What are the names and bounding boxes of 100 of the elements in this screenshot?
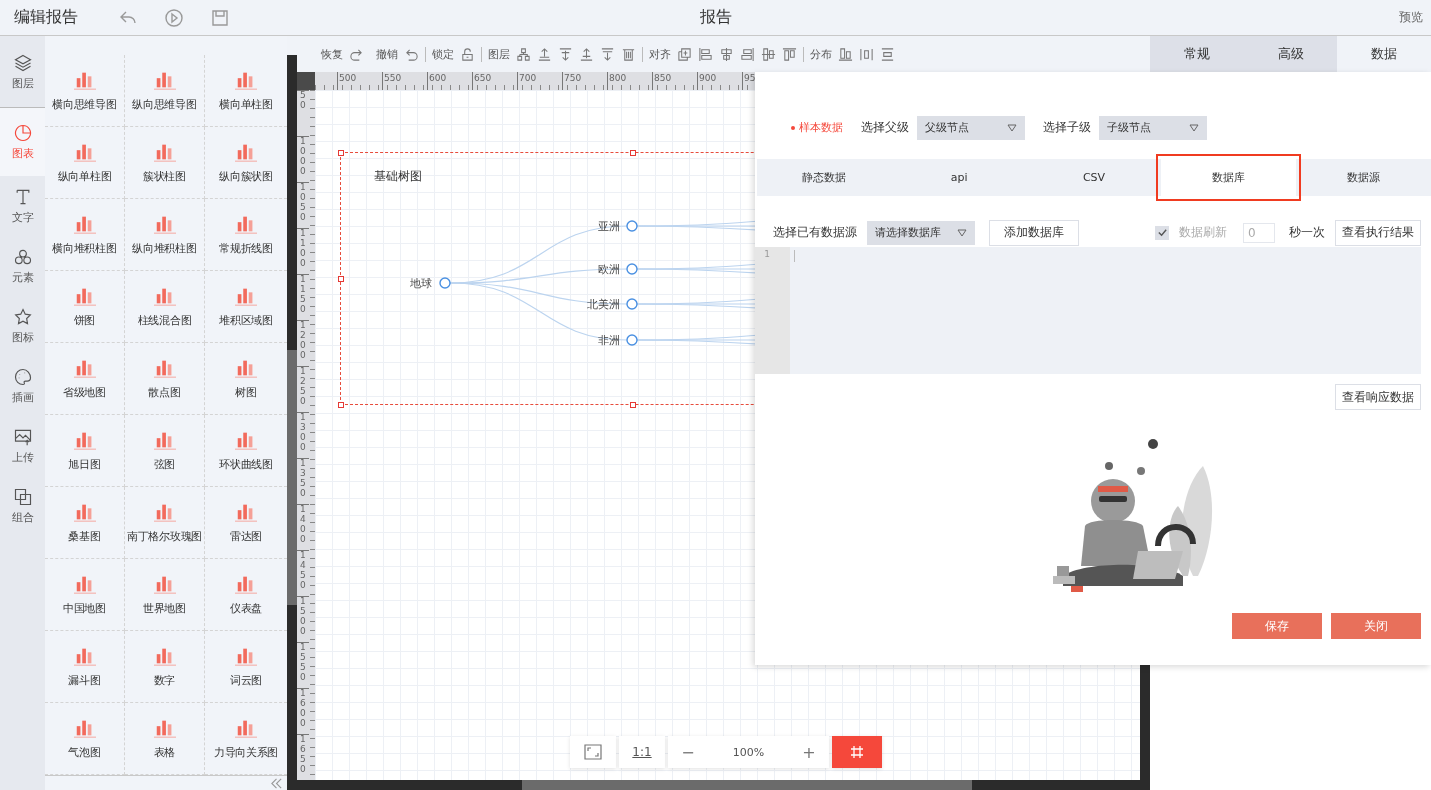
- chart-type-item[interactable]: 柱线混合图: [125, 271, 205, 343]
- chart-type-item[interactable]: 纵向单柱图: [45, 127, 125, 199]
- chart-type-item[interactable]: 散点图: [125, 343, 205, 415]
- ruler-label: 1350: [297, 458, 309, 504]
- fit-screen-button[interactable]: [570, 736, 616, 768]
- chart-type-item[interactable]: 世界地图: [125, 559, 205, 631]
- image-upload-icon: [12, 427, 33, 447]
- panel-tab[interactable]: 数据: [1337, 36, 1431, 72]
- bring-forward-icon[interactable]: [558, 46, 573, 62]
- align-middle-icon[interactable]: [761, 46, 776, 62]
- chart-type-item[interactable]: 横向思维导图: [45, 55, 125, 127]
- double-chevron-left-icon[interactable]: [270, 776, 283, 790]
- chart-type-item[interactable]: 省级地图: [45, 343, 125, 415]
- rail-tab[interactable]: 上传: [0, 416, 45, 476]
- chart-type-item[interactable]: 气泡图: [45, 703, 125, 775]
- child-select[interactable]: 子级节点: [1099, 115, 1207, 140]
- ruler-label: 1200: [297, 320, 309, 366]
- resize-handle[interactable]: [338, 276, 344, 282]
- zoom-in-button[interactable]: +: [789, 741, 829, 763]
- chart-type-item[interactable]: 漏斗图: [45, 631, 125, 703]
- sample-data-label: 样本数据: [791, 120, 843, 135]
- chart-type-item[interactable]: 簇状柱图: [125, 127, 205, 199]
- chart-type-item[interactable]: 中国地图: [45, 559, 125, 631]
- panel-tab[interactable]: 高级: [1243, 36, 1338, 72]
- grid-icon: [849, 744, 865, 760]
- copy-icon[interactable]: [677, 46, 692, 62]
- send-bottom-icon[interactable]: [600, 46, 615, 62]
- bring-top-icon[interactable]: [537, 46, 552, 62]
- preview-link[interactable]: 预览: [1399, 9, 1423, 26]
- palette-icon: [12, 367, 33, 387]
- chart-type-item[interactable]: 旭日图: [45, 415, 125, 487]
- chart-type-item[interactable]: 纵向思维导图: [125, 55, 205, 127]
- view-response-button[interactable]: 查看响应数据: [1335, 384, 1421, 410]
- ruler-label: 1100: [297, 228, 309, 274]
- tree-node: [626, 334, 638, 346]
- chart-type-item[interactable]: 纵向堆积柱图: [125, 199, 205, 271]
- field-label: 选择父级: [861, 119, 909, 136]
- tree-node: [626, 298, 638, 310]
- toolbar-label: 锁定: [432, 46, 454, 62]
- trash-icon[interactable]: [621, 46, 636, 62]
- source-tab[interactable]: 静态数据: [757, 159, 892, 196]
- toolbar-label: 撤销: [376, 46, 398, 62]
- rail-tab[interactable]: 元素: [0, 236, 45, 296]
- field-label: 选择子级: [1043, 119, 1091, 136]
- rail-tab[interactable]: 文字: [0, 176, 45, 236]
- lock-icon[interactable]: [460, 46, 475, 62]
- resize-handle[interactable]: [338, 402, 344, 408]
- chart-type-item[interactable]: 饼图: [45, 271, 125, 343]
- layers-icon: [12, 52, 33, 73]
- chart-type-item[interactable]: 数字: [125, 631, 205, 703]
- ruler-label: 1150: [297, 274, 309, 320]
- view-result-button[interactable]: 查看执行结果: [1335, 219, 1421, 246]
- align-center-icon[interactable]: [719, 46, 734, 62]
- align-top-icon[interactable]: [782, 46, 797, 62]
- caret-icon: [1189, 123, 1199, 132]
- rail-tab[interactable]: 图标: [0, 296, 45, 356]
- hierarchy-icon[interactable]: [516, 46, 531, 62]
- resize-handle[interactable]: [630, 402, 636, 408]
- tree-node: [626, 263, 638, 275]
- chart-type-item[interactable]: 南丁格尔玫瑰图: [125, 487, 205, 559]
- parent-select[interactable]: 父级节点: [917, 115, 1025, 140]
- resize-handle[interactable]: [630, 150, 636, 156]
- tree-node: [439, 277, 451, 289]
- distribute-horizontal-icon[interactable]: [859, 46, 874, 62]
- database-select[interactable]: 请选择数据库: [867, 220, 975, 245]
- chart-type-item[interactable]: 横向堆积柱图: [45, 199, 125, 271]
- add-database-button[interactable]: 添加数据库: [989, 219, 1079, 246]
- toolbar-label: 分布: [810, 46, 832, 62]
- source-tab[interactable]: CSV: [1026, 159, 1162, 196]
- ruler-corner: [297, 72, 315, 90]
- scrollbar-thumb[interactable]: [287, 350, 297, 605]
- rail-tab[interactable]: 插画: [0, 356, 45, 416]
- resize-handle[interactable]: [338, 150, 344, 156]
- tree-node: [626, 220, 638, 232]
- ruler-label: 1600: [297, 688, 309, 734]
- grid-toggle-button[interactable]: [832, 736, 882, 768]
- scrollbar-thumb[interactable]: [522, 780, 972, 790]
- node-label: 北美洲: [587, 298, 620, 311]
- node-label: 欧洲: [598, 263, 620, 276]
- chart-type-item[interactable]: 表格: [125, 703, 205, 775]
- zoom-out-button[interactable]: −: [668, 741, 708, 763]
- page-title: 编辑报告: [14, 7, 78, 28]
- rail-tab[interactable]: 组合: [0, 476, 45, 536]
- save-icon[interactable]: [210, 7, 230, 28]
- ruler-label: 1400: [297, 504, 309, 550]
- align-right-icon[interactable]: [740, 46, 755, 62]
- chart-type-item[interactable]: 桑基图: [45, 487, 125, 559]
- star-icon: [12, 307, 33, 327]
- panel-tab[interactable]: 常规: [1150, 36, 1244, 72]
- send-backward-icon[interactable]: [579, 46, 594, 62]
- chart-type-item[interactable]: 弦图: [125, 415, 205, 487]
- actual-size-button[interactable]: 1:1: [619, 736, 665, 768]
- distribute-vertical-icon[interactable]: [880, 46, 895, 62]
- source-tab[interactable]: 数据源: [1296, 159, 1431, 196]
- ruler-label: 1450: [297, 550, 309, 596]
- align-left-icon[interactable]: [698, 46, 713, 62]
- ruler-label: 1050: [297, 182, 309, 228]
- play-icon[interactable]: [164, 7, 184, 28]
- align-bottom-icon[interactable]: [838, 46, 853, 62]
- report-title: 报告: [699, 7, 732, 28]
